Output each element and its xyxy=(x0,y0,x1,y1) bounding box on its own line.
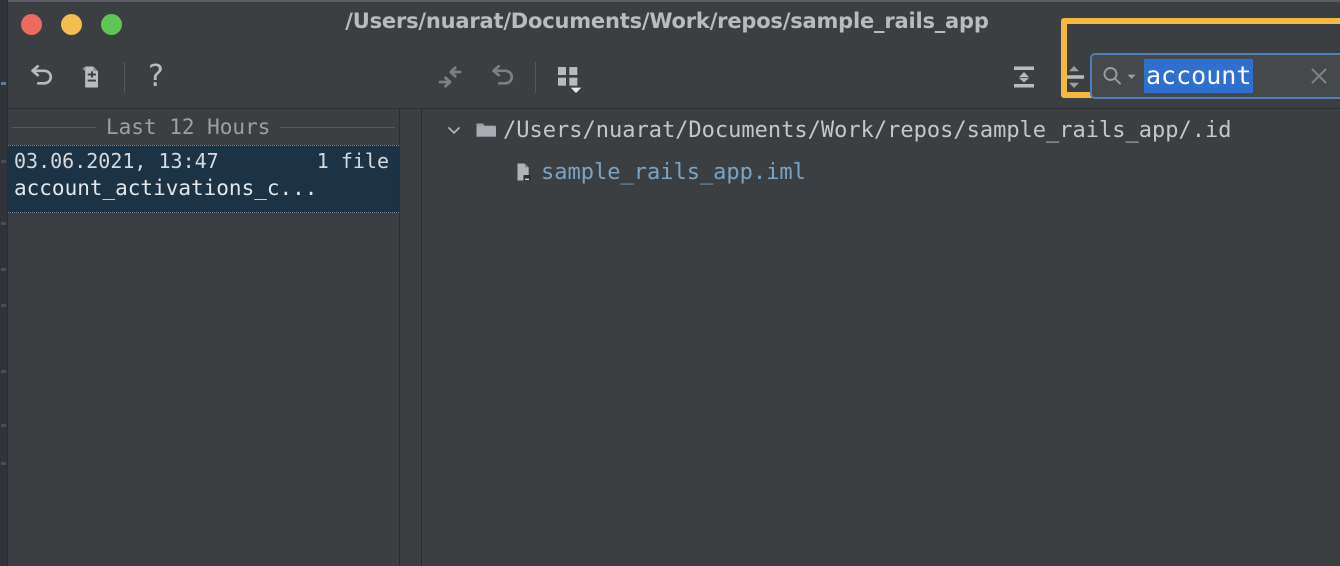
revert-selection-icon xyxy=(438,66,462,88)
undo-icon xyxy=(492,64,514,85)
collapse-all-button[interactable] xyxy=(1002,55,1046,99)
revisions-panel: Last 12 Hours 03.06.2021, 13:47 1 file a… xyxy=(8,109,400,566)
revision-item[interactable]: 03.06.2021, 13:47 1 file account_activat… xyxy=(8,145,399,213)
expand-all-icon xyxy=(1064,66,1084,88)
iml-file-icon xyxy=(507,160,541,184)
local-history-window: /Users/nuarat/Documents/Work/repos/sampl… xyxy=(0,0,1340,566)
search-icon[interactable] xyxy=(1092,64,1144,88)
undo-button[interactable] xyxy=(481,55,525,99)
content-area: Last 12 Hours 03.06.2021, 13:47 1 file a… xyxy=(8,109,1340,566)
revision-timestamp: 03.06.2021, 13:47 xyxy=(14,149,219,173)
window-title: /Users/nuarat/Documents/Work/repos/sampl… xyxy=(345,9,989,33)
close-icon[interactable] xyxy=(1292,63,1340,89)
group-rule-right xyxy=(280,126,395,128)
window-edge-strip xyxy=(0,0,8,566)
revision-file-count: 1 file xyxy=(316,149,389,173)
folder-icon xyxy=(469,118,503,142)
create-patch-button[interactable] xyxy=(69,55,113,99)
tree-label-file: sample_rails_app.iml xyxy=(541,159,806,185)
tree-row[interactable]: /Users/nuarat/Documents/Work/repos/sampl… xyxy=(423,109,1340,151)
window-top-highlight xyxy=(8,0,1340,2)
revert-button[interactable] xyxy=(20,55,64,99)
chevron-down-icon[interactable] xyxy=(439,120,469,140)
search-field[interactable]: account xyxy=(1090,53,1340,99)
group-by-button[interactable] xyxy=(546,55,590,99)
group-rule-left xyxy=(12,126,96,128)
create-patch-icon xyxy=(82,66,98,88)
title-bar: /Users/nuarat/Documents/Work/repos/sampl… xyxy=(8,2,1340,46)
group-label: Last 12 Hours xyxy=(106,115,271,139)
panel-splitter[interactable] xyxy=(401,109,422,566)
toolbar-divider-1 xyxy=(124,62,125,93)
tree-label-folder: /Users/nuarat/Documents/Work/repos/sampl… xyxy=(503,117,1232,143)
revision-meta: 03.06.2021, 13:47 1 file xyxy=(14,149,393,173)
group-by-icon xyxy=(558,67,582,93)
revert-icon xyxy=(31,64,53,85)
toolbar-divider-2 xyxy=(535,62,536,93)
collapse-all-icon xyxy=(1014,66,1034,88)
revision-name: account_activations_c... xyxy=(14,176,318,200)
help-button[interactable]: ? xyxy=(134,55,178,99)
help-icon: ? xyxy=(148,59,164,94)
search-input[interactable]: account xyxy=(1144,59,1254,93)
file-tree-panel: /Users/nuarat/Documents/Work/repos/sampl… xyxy=(423,109,1340,566)
revision-group-header: Last 12 Hours xyxy=(8,109,399,145)
chevron-down-icon[interactable] xyxy=(1126,71,1137,82)
revert-selection-button[interactable] xyxy=(428,55,472,99)
tree-row[interactable]: sample_rails_app.iml xyxy=(423,151,1340,193)
